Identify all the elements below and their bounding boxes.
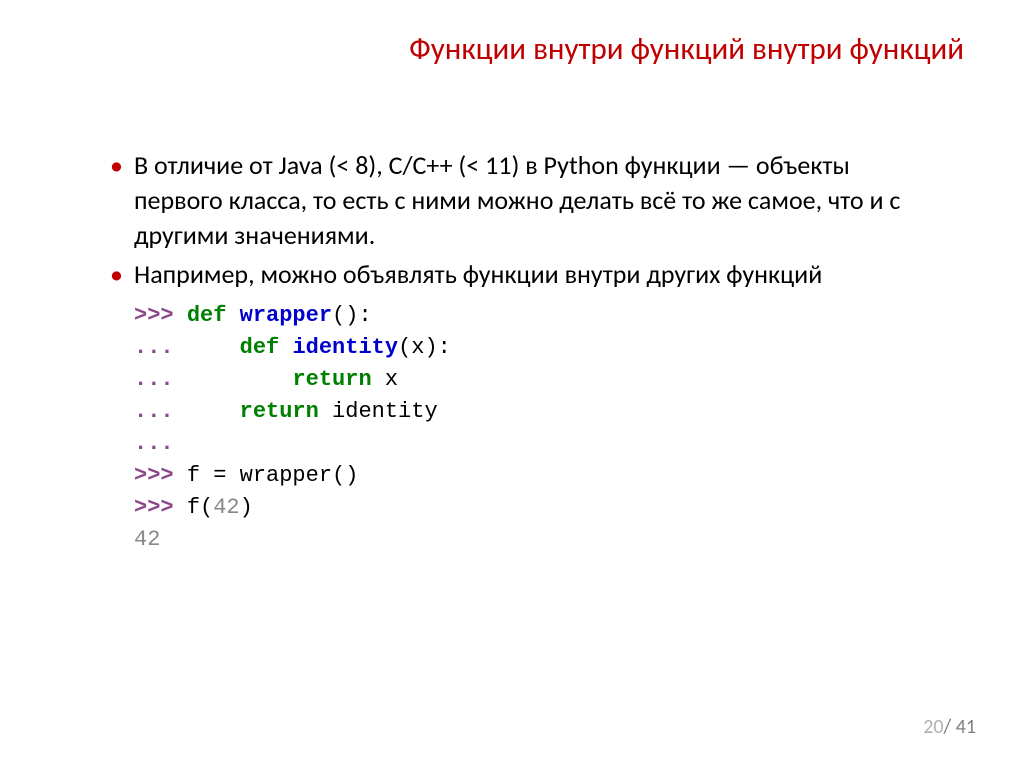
keyword: return — [292, 367, 371, 392]
code-text: f( — [187, 495, 213, 520]
prompt: >>> — [134, 463, 187, 488]
indent — [187, 399, 240, 424]
code-line: ... return identity — [134, 396, 934, 428]
prompt: >>> — [134, 495, 187, 520]
arg: 42 — [213, 495, 239, 520]
slide: Функции внутри функций внутри функций В … — [0, 0, 1024, 767]
function-name: identity — [292, 335, 398, 360]
page-number: 20/ 41 — [923, 715, 976, 739]
bullet-item: Например, можно объявлять функции внутри… — [110, 257, 934, 292]
code-line: >>> f = wrapper() — [134, 460, 934, 492]
code-text: identity — [319, 399, 438, 424]
page-total: 41 — [956, 715, 976, 739]
code-line: ... return x — [134, 364, 934, 396]
code-line: ... — [134, 428, 934, 460]
code-line: >>> f(42) — [134, 492, 934, 524]
function-name: wrapper — [240, 303, 332, 328]
prompt: ... — [134, 335, 187, 360]
code-block: >>> def wrapper(): ... def identity(x): … — [134, 300, 934, 555]
slide-content: В отличие от Java (< 8), C/C++ (< 11) в … — [60, 148, 964, 556]
slide-title: Функции внутри функций внутри функций — [60, 30, 964, 68]
prompt: ... — [134, 399, 187, 424]
code-text: f = wrapper() — [187, 463, 359, 488]
close: ) — [240, 495, 253, 520]
code-line: >>> def wrapper(): — [134, 300, 934, 332]
keyword: def — [187, 303, 227, 328]
prompt: >>> — [134, 303, 187, 328]
code-line: ... def identity(x): — [134, 332, 934, 364]
indent — [187, 367, 293, 392]
code-line: 42 — [134, 524, 934, 556]
keyword: return — [240, 399, 319, 424]
result: 42 — [134, 527, 160, 552]
page-current: 20 — [923, 715, 943, 739]
code-text: (x): — [398, 335, 451, 360]
space — [279, 335, 292, 360]
page-separator: / — [943, 715, 955, 739]
prompt: ... — [134, 431, 187, 456]
indent — [187, 335, 240, 360]
prompt: ... — [134, 367, 187, 392]
bullet-item: В отличие от Java (< 8), C/C++ (< 11) в … — [110, 148, 934, 253]
keyword: def — [240, 335, 280, 360]
space — [226, 303, 239, 328]
code-text: (): — [332, 303, 372, 328]
code-text: x — [372, 367, 398, 392]
bullet-list: В отличие от Java (< 8), C/C++ (< 11) в … — [110, 148, 934, 292]
